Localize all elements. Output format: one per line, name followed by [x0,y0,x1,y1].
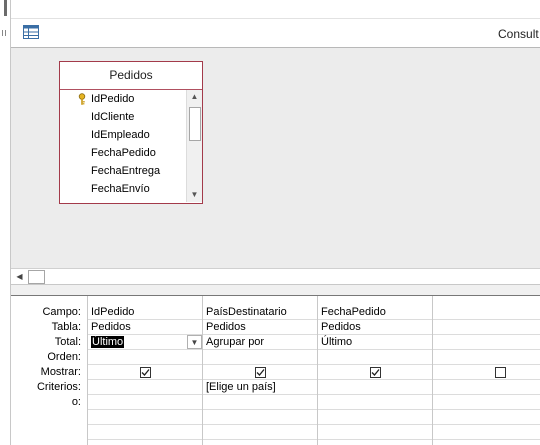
campo-cell[interactable]: IdPedido [88,305,203,320]
pane-edge-grip-icon[interactable] [2,30,8,36]
empty-cell[interactable] [203,410,318,425]
row-label-orden: Orden: [47,351,81,363]
field-label: FechaPedido [91,147,156,159]
total-cell[interactable]: Último [318,335,433,350]
campo-cell[interactable] [433,305,540,320]
empty-cell[interactable] [203,425,318,440]
check-icon [256,369,265,376]
grid-row-labels: Campo: Tabla: Total: Orden: Mostrar: Cri… [11,296,87,445]
criterios-cell[interactable]: [Elige un país] [203,380,318,395]
tabla-cell[interactable]: Pedidos [203,320,318,335]
scroll-down-icon[interactable]: ▼ [187,188,202,202]
check-icon [141,369,150,376]
scroll-thumb[interactable] [189,107,201,141]
field-label: IdCliente [91,111,135,123]
field-item[interactable]: IdPedido [60,90,186,108]
campo-cell[interactable]: PaísDestinatario [203,305,318,320]
query-window-header: Consult [11,0,540,48]
query-design-icon [23,25,39,39]
mostrar-cell [88,365,203,380]
criterios-cell[interactable] [88,380,203,395]
query-design-pane[interactable]: Pedidos IdPedido IdCliente IdEmpleado Fe… [11,48,540,285]
query-tab-title[interactable]: Consult [498,27,539,41]
check-icon [371,369,380,376]
scroll-left-icon[interactable]: ◀ [14,271,25,282]
orden-cell[interactable] [88,350,203,365]
criterios-cell[interactable] [318,380,433,395]
field-list: IdPedido IdCliente IdEmpleado FechaPedid… [60,90,186,202]
pane-edge-marker [4,0,7,16]
row-label-mostrar: Mostrar: [40,366,81,378]
tabla-cell[interactable]: Pedidos [88,320,203,335]
campo-cell[interactable]: FechaPedido [318,305,433,320]
mostrar-cell [433,365,540,380]
grid-column [432,296,540,445]
key-icon [78,93,86,105]
show-checkbox[interactable] [495,367,506,378]
grid-column: IdPedido Pedidos Último ▼ [87,296,203,445]
total-value-selected: Último [91,336,125,348]
total-cell[interactable] [433,335,540,350]
mostrar-cell [203,365,318,380]
show-checkbox[interactable] [254,367,266,378]
o-cell[interactable] [433,395,540,410]
total-cell[interactable]: Agrupar por [203,335,318,350]
show-checkbox[interactable] [139,367,151,378]
empty-cell[interactable] [88,410,203,425]
header-strip [11,0,540,19]
grid-column: FechaPedido Pedidos Último [317,296,433,445]
field-label: FechaEntrega [91,165,161,177]
mostrar-cell [318,365,433,380]
table-field-list-title[interactable]: Pedidos [60,62,202,90]
design-pane-hscrollbar[interactable]: ◀ [11,268,540,285]
show-checkbox[interactable] [369,367,381,378]
orden-cell[interactable] [203,350,318,365]
empty-cell[interactable] [88,425,203,440]
o-cell[interactable] [318,395,433,410]
o-cell[interactable] [203,395,318,410]
orden-cell[interactable] [318,350,433,365]
field-item[interactable]: IdCliente [60,108,186,126]
scroll-up-icon[interactable]: ▲ [187,90,202,104]
field-label: IdEmpleado [91,129,150,141]
field-list-scrollbar[interactable]: ▲ ▼ [186,90,202,202]
tabla-cell[interactable]: Pedidos [318,320,433,335]
row-label-o: o: [71,396,81,408]
criterios-cell[interactable] [433,380,540,395]
empty-cell[interactable] [318,410,433,425]
field-label: FechaEnvío [91,183,150,195]
dropdown-arrow-icon[interactable]: ▼ [187,335,202,349]
empty-cell[interactable] [433,410,540,425]
design-grid[interactable]: Campo: Tabla: Total: Orden: Mostrar: Cri… [11,296,540,445]
field-label: IdPedido [91,93,135,105]
orden-cell[interactable] [433,350,540,365]
row-label-criterios: Criterios: [36,381,81,393]
field-item[interactable]: FechaEntrega [60,162,186,180]
navigation-pane-edge [0,0,11,445]
total-cell[interactable]: Último ▼ [88,335,203,350]
field-item[interactable]: FechaPedido [60,144,186,162]
tabla-cell[interactable] [433,320,540,335]
field-item[interactable]: FechaEnvío [60,180,186,198]
row-label-total: Total: [54,336,81,348]
hscroll-thumb[interactable] [28,270,45,284]
table-field-list[interactable]: Pedidos IdPedido IdCliente IdEmpleado Fe… [59,61,203,204]
empty-cell[interactable] [318,425,433,440]
grid-column: PaísDestinatario Pedidos Agrupar por [El… [202,296,318,445]
o-cell[interactable] [88,395,203,410]
row-label-tabla: Tabla: [51,321,81,333]
field-item[interactable]: IdEmpleado [60,126,186,144]
empty-cell[interactable] [433,425,540,440]
row-label-campo: Campo: [42,306,81,318]
